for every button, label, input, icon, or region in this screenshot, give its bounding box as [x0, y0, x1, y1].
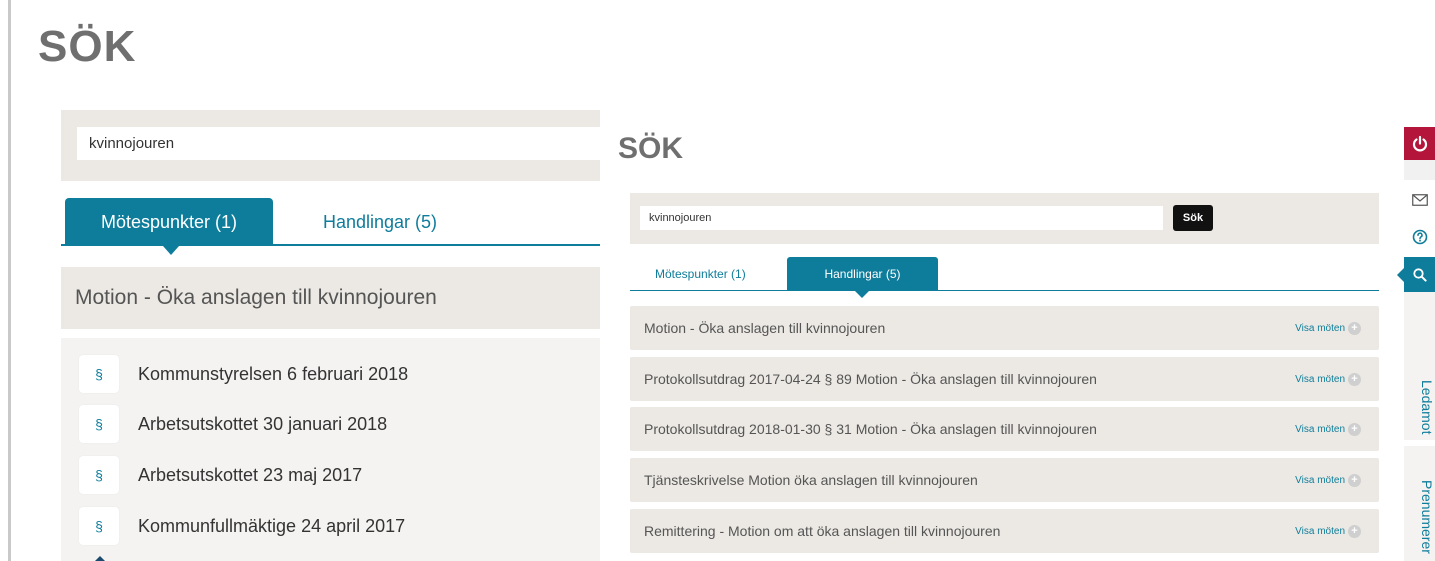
plus-circle-icon: +	[1348, 422, 1361, 436]
show-meetings-label: Visa möten	[1295, 423, 1345, 435]
plus-circle-icon: +	[1348, 473, 1361, 487]
document-row[interactable]: Tjänsteskrivelse Motion öka anslagen til…	[630, 458, 1379, 502]
search-bar	[61, 110, 637, 181]
power-icon[interactable]	[1404, 127, 1435, 160]
search-icon[interactable]	[1397, 257, 1435, 292]
result-title[interactable]: Motion - Öka anslagen till kvinnojouren	[61, 267, 621, 329]
tab-handlingar[interactable]: Handlingar (5)	[787, 257, 938, 298]
search-button[interactable]: Sök	[1173, 205, 1213, 231]
document-title[interactable]: Motion - Öka anslagen till kvinnojouren	[644, 320, 885, 336]
show-meetings-link[interactable]: Visa möten +	[1295, 321, 1361, 335]
document-row[interactable]: Protokollsutdrag 2017-04-24 § 89 Motion …	[630, 357, 1379, 401]
meeting-item[interactable]: § Arbetsutskottet 23 maj 2017	[79, 456, 363, 494]
document-row[interactable]: Remittering - Motion om att öka anslagen…	[630, 509, 1379, 553]
document-row[interactable]: Protokollsutdrag 2018-01-30 § 31 Motion …	[630, 407, 1379, 451]
search-overlay-panel: SÖK Sök Mötespunkter (1) Handlingar (5) …	[600, 110, 1400, 561]
tab-motespunkter[interactable]: Mötespunkter (1)	[655, 257, 746, 291]
plus-circle-icon: +	[1348, 524, 1361, 538]
sidebar-item-ledamot[interactable]: Ledamot	[1404, 372, 1435, 442]
meeting-label: Kommunstyrelsen 6 februari 2018	[138, 363, 409, 384]
show-meetings-label: Visa möten	[1295, 525, 1345, 537]
tab-handlingar[interactable]: Handlingar (5)	[323, 198, 483, 246]
help-icon[interactable]	[1404, 223, 1435, 251]
paragraph-icon: §	[79, 355, 119, 393]
meeting-label: Kommunfullmäktige 24 april 2017	[138, 515, 406, 536]
caret-up-icon	[94, 556, 106, 561]
page-root: SÖK Mötespunkter (1) Handlingar (5) Moti…	[0, 0, 1435, 561]
sidebar-item-prenumerera[interactable]: Prenumerer	[1404, 472, 1435, 561]
mail-icon[interactable]	[1404, 186, 1435, 214]
plus-circle-icon: +	[1348, 321, 1361, 335]
show-meetings-link[interactable]: Visa möten +	[1295, 422, 1361, 436]
meeting-item[interactable]: § Kommunstyrelsen 6 februari 2018	[79, 355, 409, 393]
document-row[interactable]: Motion - Öka anslagen till kvinnojouren …	[630, 306, 1379, 350]
meeting-label: Arbetsutskottet 23 maj 2017	[138, 464, 363, 485]
overlay-title: SÖK	[618, 132, 684, 165]
right-sidebar: Ledamot Prenumerer	[1397, 110, 1435, 561]
meeting-item[interactable]: § Kommunfullmäktige 24 april 2017	[79, 507, 406, 545]
show-meetings-label: Visa möten	[1295, 373, 1345, 385]
show-meetings-link[interactable]: Visa möten +	[1295, 372, 1361, 386]
paragraph-icon: §	[79, 507, 119, 545]
paragraph-icon: §	[79, 405, 119, 443]
show-meetings-link[interactable]: Visa möten +	[1295, 473, 1361, 487]
overlay-tabs: Mötespunkter (1) Handlingar (5)	[630, 257, 1379, 298]
meeting-item[interactable]: § Arbetsutskottet 30 januari 2018	[79, 405, 388, 443]
left-border-rule	[8, 0, 11, 561]
show-meetings-link[interactable]: Visa möten +	[1295, 524, 1361, 538]
meeting-list: § Kommunstyrelsen 6 februari 2018 § Arbe…	[61, 338, 621, 561]
show-meetings-label: Visa möten	[1295, 474, 1345, 486]
search-input[interactable]	[77, 127, 637, 160]
sidebar-divider	[1404, 440, 1435, 446]
document-title[interactable]: Protokollsutdrag 2018-01-30 § 31 Motion …	[644, 421, 1097, 437]
sidebar-separator	[1404, 160, 1435, 180]
meeting-label: Arbetsutskottet 30 januari 2018	[138, 413, 388, 434]
paragraph-icon: §	[79, 456, 119, 494]
overlay-search-bar: Sök	[630, 193, 1379, 244]
document-title[interactable]: Protokollsutdrag 2017-04-24 § 89 Motion …	[644, 371, 1097, 387]
overlay-search-input[interactable]	[640, 206, 1163, 230]
document-title[interactable]: Tjänsteskrivelse Motion öka anslagen til…	[644, 472, 978, 488]
tab-motespunkter[interactable]: Mötespunkter (1)	[65, 198, 273, 255]
result-tabs: Mötespunkter (1) Handlingar (5)	[61, 198, 621, 255]
show-meetings-label: Visa möten	[1295, 322, 1345, 334]
page-title: SÖK	[38, 22, 137, 71]
plus-circle-icon: +	[1348, 372, 1361, 386]
document-title[interactable]: Remittering - Motion om att öka anslagen…	[644, 523, 1000, 539]
